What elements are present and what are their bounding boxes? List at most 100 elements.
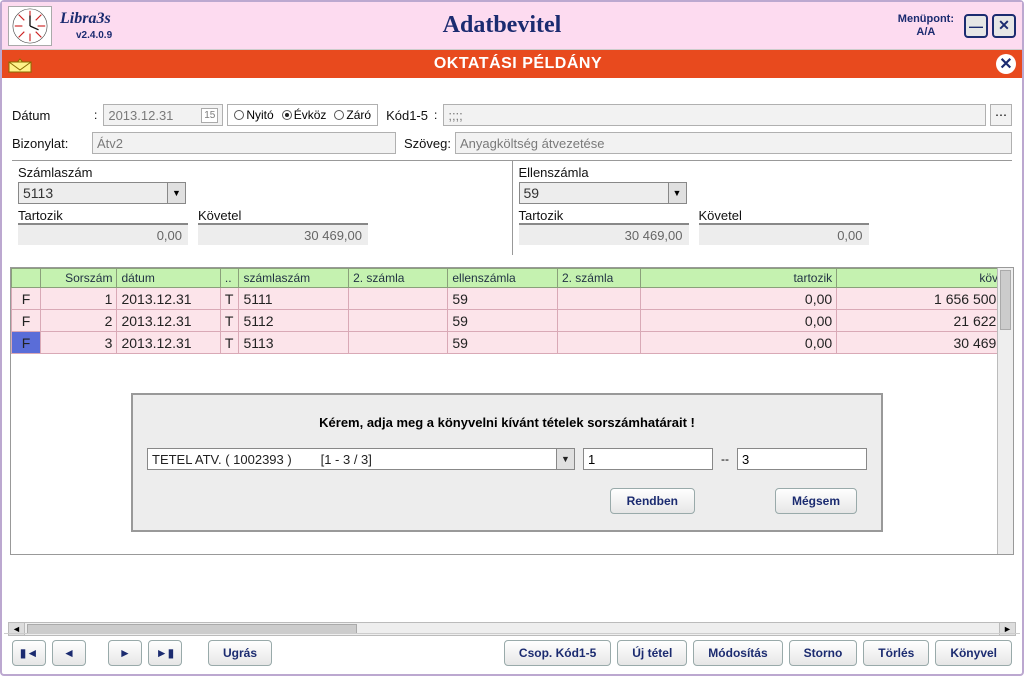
table-cell[interactable]: 0,00 <box>640 332 836 354</box>
modositas-button[interactable]: Módosítás <box>693 640 782 666</box>
code-input[interactable]: ;;;; <box>443 104 986 126</box>
table-cell[interactable] <box>349 288 448 310</box>
table-cell[interactable]: 59 <box>448 310 558 332</box>
text-input[interactable]: Anyagköltség átvezetése <box>455 132 1012 154</box>
menu-code: A/A <box>898 26 954 39</box>
account-left-input[interactable]: 5113 <box>18 182 168 204</box>
nav-last-button[interactable]: ►▮ <box>148 640 182 666</box>
left-kovetel-value: 30 469,00 <box>198 223 368 245</box>
calendar-icon[interactable]: 15 <box>201 108 218 123</box>
table-cell[interactable]: 21 622,0 <box>837 310 1013 332</box>
voucher-input[interactable]: Átv2 <box>92 132 396 154</box>
account-left-dropdown-icon[interactable]: ▼ <box>168 182 186 204</box>
minimize-button[interactable]: — <box>964 14 988 38</box>
account-right-header: Ellenszámla <box>519 165 1007 180</box>
table-cell[interactable]: F <box>12 288 41 310</box>
page-title: Adatbevitel <box>112 12 892 39</box>
banner-close-icon[interactable]: ✕ <box>996 54 1016 74</box>
account-left-header: Számlaszám <box>18 165 506 180</box>
date-input[interactable]: 2013.12.31 15 <box>103 104 223 126</box>
ugras-button[interactable]: Ugrás <box>208 640 272 666</box>
table-cell[interactable] <box>557 332 640 354</box>
radio-nyito[interactable]: Nyitó <box>234 108 273 122</box>
vertical-scrollbar[interactable] <box>997 268 1013 554</box>
table-cell[interactable]: T <box>220 332 239 354</box>
right-kovetel-label: Követel <box>699 208 869 223</box>
account-right-dropdown-icon[interactable]: ▼ <box>669 182 687 204</box>
table-cell[interactable]: 2013.12.31 <box>117 288 220 310</box>
menu-label: Menüpont: <box>898 13 954 26</box>
close-button[interactable]: ✕ <box>992 14 1016 38</box>
table-header-row: Sorszám dátum .. számlaszám 2. számla el… <box>12 269 1013 288</box>
uj-tetel-button[interactable]: Új tétel <box>617 640 687 666</box>
entries-table-wrap: Sorszám dátum .. számlaszám 2. számla el… <box>10 267 1014 555</box>
th-sorszam[interactable]: Sorszám <box>40 269 117 288</box>
th-szamla2[interactable]: 2. számla <box>349 269 448 288</box>
app-version-block: Libra3s v2.4.0.9 <box>60 11 112 41</box>
footer-bar: ▮◄ ◄ ► ►▮ Ugrás Csop. Kód1-5 Új tétel Mó… <box>4 633 1020 672</box>
table-cell[interactable]: 59 <box>448 332 558 354</box>
dialog-to-input[interactable] <box>737 448 867 470</box>
nav-prev-button[interactable]: ◄ <box>52 640 86 666</box>
th-tartozik[interactable]: tartozik <box>640 269 836 288</box>
dialog-from-input[interactable] <box>583 448 713 470</box>
table-row[interactable]: F22013.12.31T5112 59 0,0021 622,0 <box>12 310 1013 332</box>
table-cell[interactable]: T <box>220 288 239 310</box>
table-cell[interactable]: 2013.12.31 <box>117 332 220 354</box>
code-lookup-button[interactable]: ⋯ <box>990 104 1012 126</box>
dialog-cancel-button[interactable]: Mégsem <box>775 488 857 514</box>
account-left: Számlaszám 5113 ▼ Tartozik 0,00 Követel … <box>12 161 513 255</box>
table-cell[interactable]: 3 <box>40 332 117 354</box>
nav-next-button[interactable]: ► <box>108 640 142 666</box>
text-label: Szöveg: <box>404 136 451 151</box>
table-cell[interactable] <box>557 310 640 332</box>
dialog-combo[interactable]: TETEL ATV. ( 1002393 ) [1 - 3 / 3] ▼ <box>147 448 575 470</box>
table-cell[interactable]: 0,00 <box>640 288 836 310</box>
table-cell[interactable]: 2013.12.31 <box>117 310 220 332</box>
table-cell[interactable]: 1 656 500,0 <box>837 288 1013 310</box>
th-flag[interactable] <box>12 269 41 288</box>
table-cell[interactable] <box>349 310 448 332</box>
th-szamla2b[interactable]: 2. számla <box>557 269 640 288</box>
konyvel-button[interactable]: Könyvel <box>935 640 1012 666</box>
dialog-ok-button[interactable]: Rendben <box>610 488 695 514</box>
table-cell[interactable]: 5113 <box>239 332 349 354</box>
table-cell[interactable]: 5111 <box>239 288 349 310</box>
dialog-separator: -- <box>721 452 729 466</box>
dialog-combo-dropdown-icon[interactable]: ▼ <box>556 449 574 469</box>
table-cell[interactable]: 2 <box>40 310 117 332</box>
envelope-icon[interactable] <box>8 55 32 73</box>
table-row[interactable]: F12013.12.31T5111 59 0,001 656 500,0 <box>12 288 1013 310</box>
th-ellenszamla[interactable]: ellenszámla <box>448 269 558 288</box>
storno-button[interactable]: Storno <box>789 640 858 666</box>
table-cell[interactable]: F <box>12 332 41 354</box>
torles-button[interactable]: Törlés <box>863 640 929 666</box>
entries-table[interactable]: Sorszám dátum .. számlaszám 2. számla el… <box>11 268 1013 354</box>
th-szamlaszam[interactable]: számlaszám <box>239 269 349 288</box>
radio-zaro[interactable]: Záró <box>334 108 371 122</box>
code-label: Kód1-5 <box>386 108 428 123</box>
dialog-message: Kérem, adja meg a könyvelni kívánt tétel… <box>147 415 867 430</box>
table-cell[interactable]: 0,00 <box>640 310 836 332</box>
th-t[interactable]: .. <box>220 269 239 288</box>
radio-evkoz[interactable]: Évköz <box>282 108 327 122</box>
table-row[interactable]: F32013.12.31T5113 59 0,0030 469,0 <box>12 332 1013 354</box>
table-cell[interactable] <box>557 288 640 310</box>
table-cell[interactable]: 1 <box>40 288 117 310</box>
table-cell[interactable]: T <box>220 310 239 332</box>
nav-first-button[interactable]: ▮◄ <box>12 640 46 666</box>
table-cell[interactable]: 59 <box>448 288 558 310</box>
th-datum[interactable]: dátum <box>117 269 220 288</box>
left-tartozik-value: 0,00 <box>18 223 188 245</box>
account-right: Ellenszámla 59 ▼ Tartozik 30 469,00 Köve… <box>513 161 1013 255</box>
table-cell[interactable]: 30 469,0 <box>837 332 1013 354</box>
account-right-input[interactable]: 59 <box>519 182 669 204</box>
app-logo <box>8 6 52 46</box>
csop-kod-button[interactable]: Csop. Kód1-5 <box>504 640 611 666</box>
table-cell[interactable]: 5112 <box>239 310 349 332</box>
table-cell[interactable] <box>349 332 448 354</box>
table-cell[interactable]: F <box>12 310 41 332</box>
date-value: 2013.12.31 <box>108 108 173 123</box>
th-kovetel[interactable]: követ <box>837 269 1013 288</box>
title-bar: Libra3s v2.4.0.9 Adatbevitel Menüpont: A… <box>2 2 1022 50</box>
